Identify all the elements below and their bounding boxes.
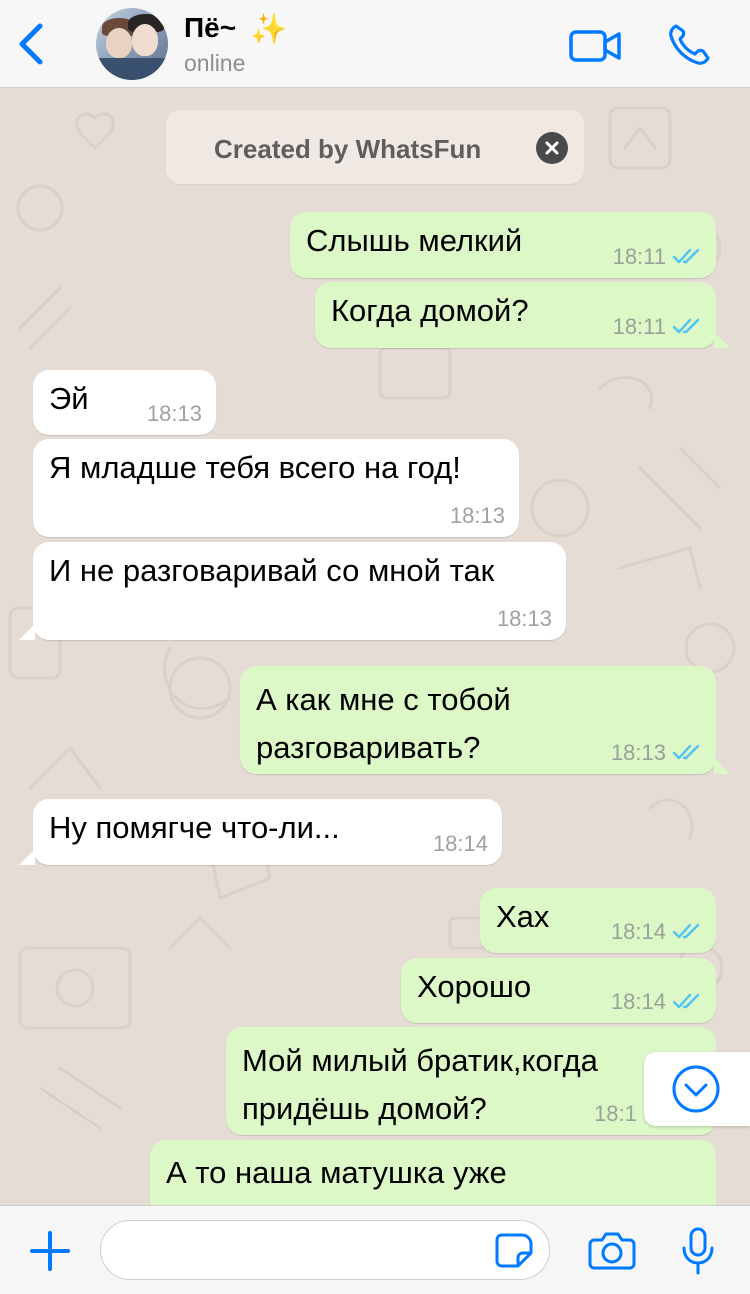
message-line: разговаривать? — [256, 730, 481, 765]
incoming-message[interactable]: И не разговаривай со мной так 18:13 — [19, 542, 566, 640]
read-ticks-icon — [672, 318, 700, 333]
notice-text: Created by WhatsFun — [214, 134, 482, 164]
input-bar — [0, 1205, 750, 1294]
outgoing-message[interactable]: Когда домой? 18:11 — [315, 282, 730, 348]
message-text: Ну помягче что-ли... — [49, 810, 340, 845]
message-text: Мой милый братик,когда придёшь домой? — [242, 1037, 598, 1133]
read-ticks-icon — [672, 923, 700, 938]
incoming-message[interactable]: Ну помягче что-ли... 18:14 — [19, 799, 502, 865]
read-ticks-icon — [672, 993, 700, 1008]
back-button[interactable] — [14, 22, 50, 66]
message-text: И не разговаривай со мной так — [49, 553, 495, 588]
microphone-button[interactable] — [680, 1226, 716, 1276]
message-input[interactable] — [100, 1220, 550, 1280]
message-meta: 18:11 — [613, 314, 702, 340]
message-meta: 18:11 — [613, 244, 702, 270]
video-call-button[interactable] — [568, 26, 622, 66]
read-ticks-icon — [672, 248, 700, 263]
message-time: 18:13 — [449, 502, 505, 528]
bubble-tail — [714, 758, 730, 774]
chat-header: Пё~ ✨ online — [0, 0, 750, 88]
notice-close-button[interactable] — [536, 132, 568, 164]
chevron-left-icon — [19, 23, 43, 65]
avatar[interactable] — [96, 8, 168, 80]
chat-area[interactable]: Created by WhatsFun Слышь мелкий 18:11 К… — [0, 88, 750, 1205]
message-text: А как мне с тобой разговаривать? — [256, 676, 511, 772]
outgoing-message[interactable]: Хорошо 18:14 — [401, 958, 716, 1023]
message-meta: 18:13 — [611, 740, 702, 766]
camera-icon — [588, 1232, 636, 1270]
sticker-icon — [495, 1233, 533, 1268]
message-text: Слышь мелкий — [306, 223, 523, 258]
attach-button[interactable] — [28, 1229, 72, 1273]
contact-name[interactable]: Пё~ — [184, 12, 236, 44]
message-time: 18:11 — [612, 313, 666, 339]
message-time: 18:1 — [594, 1100, 637, 1126]
message-line: А как мне с тобой — [256, 682, 511, 717]
close-icon — [545, 141, 559, 155]
message-meta: 18:14 — [611, 989, 702, 1015]
outgoing-message[interactable]: Хах 18:14 — [480, 888, 716, 953]
bubble-tail — [19, 624, 35, 640]
camera-button[interactable] — [588, 1230, 636, 1270]
video-camera-icon — [569, 30, 621, 62]
message-text: А то наша матушка уже — [166, 1155, 507, 1190]
sparkle-emoji: ✨ — [250, 13, 288, 46]
message-line: Мой милый братик,когда — [242, 1043, 598, 1078]
scroll-to-bottom-button[interactable] — [644, 1052, 750, 1126]
incoming-message[interactable]: Эй 18:13 — [33, 370, 216, 435]
bubble-tail — [714, 332, 730, 348]
message-time: 18:11 — [612, 243, 666, 269]
chevron-down-icon — [672, 1065, 720, 1113]
message-meta: 18:14 — [611, 919, 702, 945]
outgoing-message[interactable]: А то наша матушка уже — [150, 1140, 716, 1205]
outgoing-message[interactable]: Мой милый братик,когда придёшь домой? 18:… — [226, 1027, 716, 1135]
message-line: придёшь домой? — [242, 1091, 487, 1126]
message-text: Когда домой? — [331, 293, 529, 328]
sticker-button[interactable] — [494, 1233, 534, 1269]
avatar-shoulders — [96, 58, 168, 80]
message-time: 18:13 — [146, 400, 202, 426]
message-text: Хорошо — [417, 969, 532, 1004]
voice-call-button[interactable] — [666, 22, 714, 68]
message-text: Я младше тебя всего на год! — [49, 450, 461, 485]
message-time: 18:13 — [496, 605, 552, 631]
message-time: 18:14 — [610, 918, 666, 944]
microphone-icon — [682, 1227, 714, 1275]
phone-icon — [669, 24, 710, 65]
message-time: 18:14 — [432, 830, 488, 856]
outgoing-message[interactable]: А как мне с тобой разговаривать? 18:13 — [240, 666, 730, 774]
bubble-tail — [19, 849, 35, 865]
read-ticks-icon — [672, 744, 700, 759]
message-text: Эй — [49, 381, 89, 416]
avatar-face-left — [106, 28, 132, 58]
contact-status: online — [184, 50, 246, 76]
message-meta: 18:1 — [594, 1101, 637, 1127]
incoming-message[interactable]: Я младше тебя всего на год! 18:13 — [33, 439, 519, 537]
outgoing-message[interactable]: Слышь мелкий 18:11 — [290, 212, 716, 278]
message-time: 18:14 — [610, 988, 666, 1014]
avatar-face-right — [132, 24, 158, 56]
plus-icon — [30, 1231, 70, 1271]
created-by-notice: Created by WhatsFun — [166, 110, 584, 184]
message-text: Хах — [496, 899, 550, 934]
message-time: 18:13 — [610, 739, 666, 765]
